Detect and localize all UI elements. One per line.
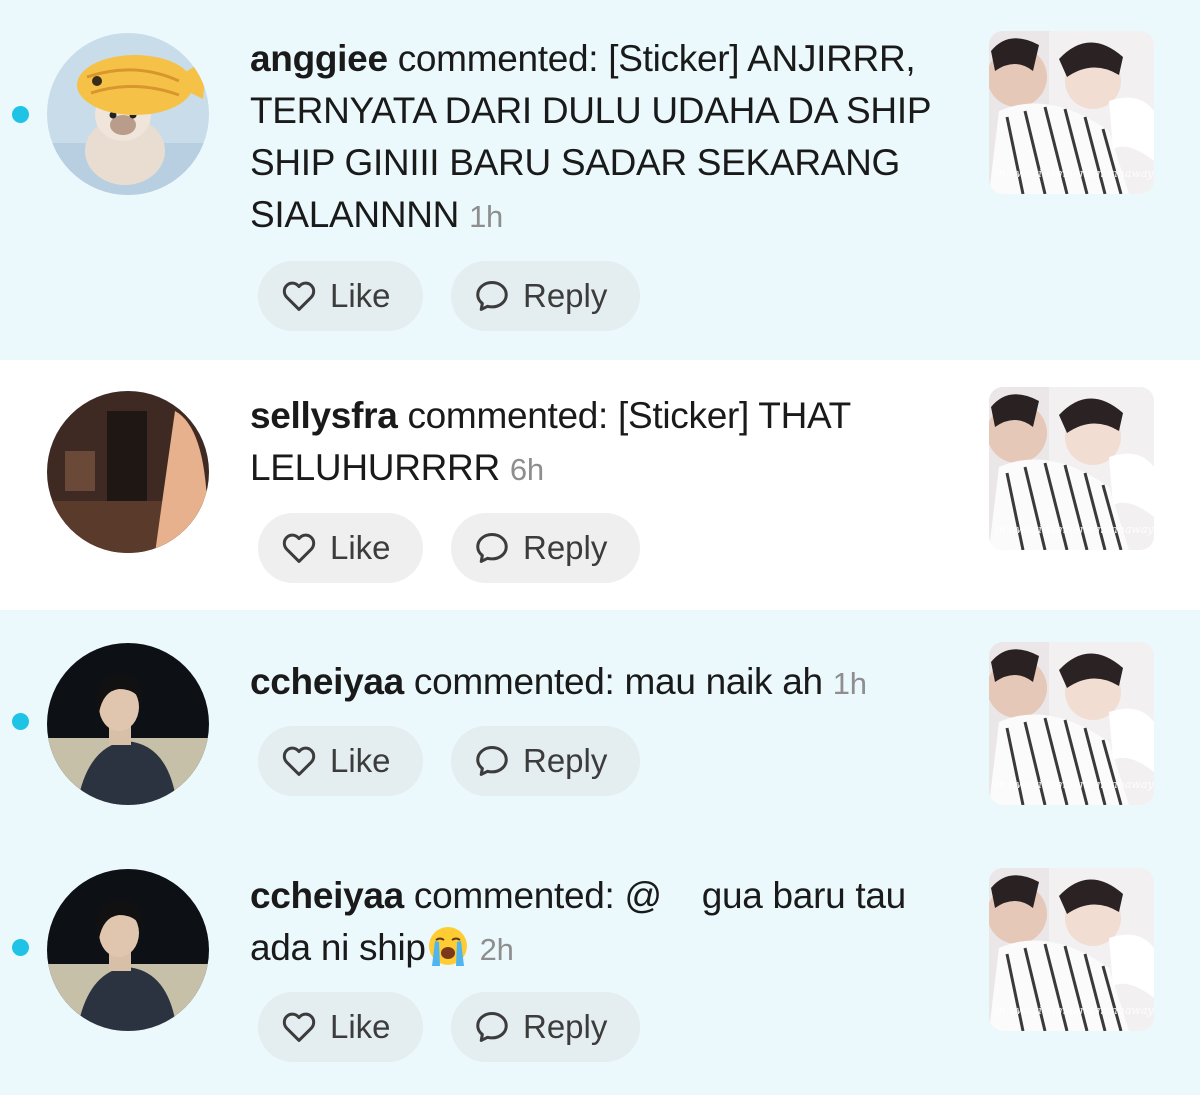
action-label: commented: — [397, 395, 619, 436]
speech-bubble-icon — [473, 1008, 511, 1046]
comment-text: ccheiyaa commented: @ gua baru tau ada n… — [250, 870, 950, 976]
timestamp: 6h — [509, 452, 544, 487]
comment-text: anggiee commented: [Sticker] ANJIRRR, TE… — [250, 33, 950, 243]
like-label: Like — [330, 1008, 391, 1045]
cat-with-fish-hat-avatar-icon — [47, 33, 209, 195]
username[interactable]: ccheiyaa — [250, 661, 404, 702]
like-label: Like — [330, 277, 391, 314]
action-row: Like Reply — [258, 726, 640, 796]
action-row: Like Reply — [258, 261, 640, 331]
notification-item[interactable]: anggiee commented: [Sticker] ANJIRRR, TE… — [0, 0, 1200, 360]
username[interactable]: anggiee — [250, 38, 388, 79]
timestamp: 2h — [479, 932, 514, 967]
avatar[interactable] — [47, 391, 209, 553]
action-row: Like Reply — [258, 992, 640, 1062]
speech-bubble-icon — [473, 277, 511, 315]
post-thumbnail-image — [989, 387, 1154, 550]
unread-dot — [12, 713, 29, 730]
notification-item[interactable]: sellysfra commented: [Sticker] THAT LELU… — [0, 360, 1200, 610]
avatar[interactable] — [47, 869, 209, 1031]
comment-text: sellysfra commented: [Sticker] THAT LELU… — [250, 390, 950, 496]
person-night-avatar-icon — [47, 643, 209, 805]
post-thumbnail-image — [989, 642, 1154, 805]
username[interactable]: ccheiyaa — [250, 875, 404, 916]
like-button[interactable]: Like — [258, 992, 423, 1062]
like-button[interactable]: Like — [258, 261, 423, 331]
action-label: commented: — [387, 38, 609, 79]
speech-bubble-icon — [473, 742, 511, 780]
speech-bubble-icon — [473, 529, 511, 567]
like-button[interactable]: Like — [258, 726, 423, 796]
post-thumbnail[interactable] — [989, 868, 1154, 1031]
unread-dot — [12, 106, 29, 123]
person-night-avatar-icon — [47, 869, 209, 1031]
post-thumbnail[interactable] — [989, 31, 1154, 194]
reply-button[interactable]: Reply — [451, 513, 640, 583]
dim-room-avatar-icon — [47, 391, 209, 553]
action-row: Like Reply — [258, 513, 640, 583]
action-label: commented: — [403, 661, 625, 702]
post-thumbnail-image — [989, 31, 1154, 194]
reply-label: Reply — [523, 529, 608, 566]
reply-label: Reply — [523, 1008, 608, 1045]
reply-label: Reply — [523, 742, 608, 779]
heart-outline-icon — [280, 1008, 318, 1046]
heart-outline-icon — [280, 742, 318, 780]
post-thumbnail-image — [989, 868, 1154, 1031]
post-thumbnail[interactable] — [989, 642, 1154, 805]
notification-item[interactable]: ccheiyaa commented: mau naik ah 1h Like … — [0, 610, 1200, 840]
action-label: commented: — [403, 875, 625, 916]
avatar[interactable] — [47, 643, 209, 805]
heart-outline-icon — [280, 529, 318, 567]
loudly-crying-face-emoji-icon — [426, 924, 470, 968]
like-label: Like — [330, 529, 391, 566]
timestamp: 1h — [469, 199, 503, 234]
avatar[interactable] — [47, 33, 209, 195]
reply-button[interactable]: Reply — [451, 726, 640, 796]
post-thumbnail[interactable] — [989, 387, 1154, 550]
comment-body: mau naik ah — [624, 661, 824, 702]
timestamp: 1h — [832, 666, 867, 701]
like-button[interactable]: Like — [258, 513, 423, 583]
reply-button[interactable]: Reply — [451, 261, 640, 331]
comment-text: ccheiyaa commented: mau naik ah 1h — [250, 656, 950, 710]
heart-outline-icon — [280, 277, 318, 315]
notification-item[interactable]: ccheiyaa commented: @ gua baru tau ada n… — [0, 840, 1200, 1095]
reply-button[interactable]: Reply — [451, 992, 640, 1062]
unread-dot — [12, 939, 29, 956]
username[interactable]: sellysfra — [250, 395, 398, 436]
like-label: Like — [330, 742, 391, 779]
reply-label: Reply — [523, 277, 608, 314]
